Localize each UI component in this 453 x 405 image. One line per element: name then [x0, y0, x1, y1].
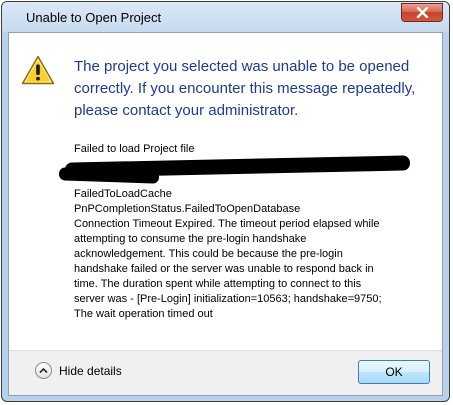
details-line: attempting to consume the pre-login hand… — [74, 233, 307, 245]
title-bar[interactable]: Unable to Open Project — [2, 2, 449, 32]
dialog-content: The project you selected was unable to b… — [8, 32, 443, 396]
close-button[interactable] — [401, 3, 443, 22]
chevron-up-icon[interactable] — [35, 362, 52, 379]
close-icon — [416, 7, 428, 18]
details-line: Connection Timeout Expired. The timeout … — [74, 218, 380, 230]
warning-icon — [21, 55, 55, 85]
details-line: Failed to load Project file — [74, 143, 195, 155]
dialog-footer: Hide details OK — [9, 350, 442, 395]
details-line: time. The duration spent while attemptin… — [74, 278, 362, 290]
hide-details-toggle[interactable]: Hide details — [35, 362, 122, 379]
window-title: Unable to Open Project — [26, 10, 162, 25]
details-line: FailedToLoadCache — [74, 188, 172, 200]
dialog-window: Unable to Open Project The project you s… — [1, 1, 450, 402]
ok-button[interactable]: OK — [358, 360, 430, 384]
details-line: handshake failed or the server was unabl… — [74, 263, 374, 275]
details-line: The wait operation timed out — [74, 308, 213, 320]
main-instruction: The project you selected was unable to b… — [74, 58, 416, 119]
details-line: PnPCompletionStatus.FailedToOpenDatabase — [74, 203, 301, 215]
details-line: server was - [Pre-Login] initialization=… — [74, 293, 382, 305]
hide-details-label: Hide details — [59, 363, 122, 378]
details-line: acknowledgement. This could be because t… — [74, 248, 343, 260]
chevron-up-glyph — [39, 367, 48, 374]
